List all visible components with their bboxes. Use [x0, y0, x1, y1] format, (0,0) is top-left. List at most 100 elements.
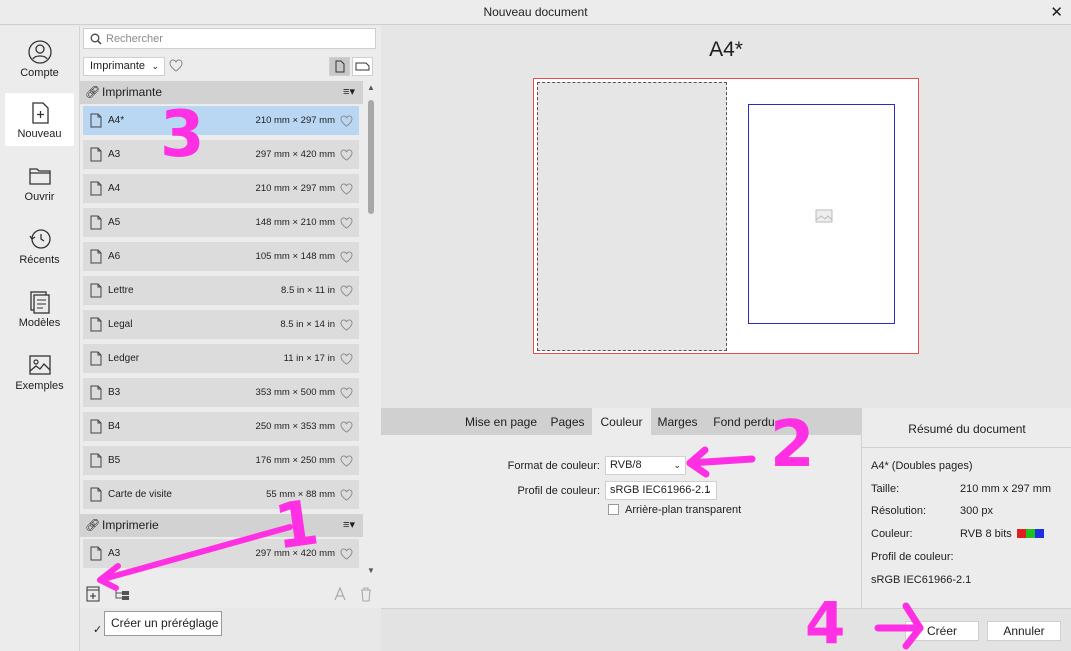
nav-examples[interactable]: Exemples [5, 345, 74, 399]
preset-size: 353 mm × 500 mm [255, 387, 335, 398]
category-dropdown[interactable]: Imprimante ⌄ [83, 57, 165, 76]
document-icon [90, 147, 102, 165]
landscape-icon [355, 62, 370, 71]
preset-size: 8.5 in × 11 in [281, 285, 335, 296]
nav-examples-label: Exemples [15, 380, 64, 392]
preset-size: 176 mm × 250 mm [255, 455, 335, 466]
heart-icon[interactable] [340, 183, 353, 198]
trash-icon[interactable] [359, 586, 373, 602]
tab-bleed[interactable]: Fond perdu [709, 408, 779, 435]
summary-resolution-value: 300 px [960, 505, 994, 517]
preset-row[interactable]: Carte de visite 55 mm × 88 mm [83, 480, 359, 509]
scrollbar-thumb[interactable] [368, 100, 374, 214]
color-format-label: Format de couleur: [507, 460, 600, 472]
summary-profile-value: sRGB IEC61966-2.1 [871, 574, 972, 586]
preset-row[interactable]: A5 148 mm × 210 mm [83, 208, 359, 237]
preset-row[interactable]: Legal 8.5 in × 14 in [83, 310, 359, 339]
preset-name: Legal [108, 319, 133, 330]
footer: Créer Annuler [381, 608, 1071, 651]
heart-icon[interactable] [340, 489, 353, 504]
nav-open[interactable]: Ouvrir [5, 156, 74, 210]
nav-recent[interactable]: Récents [5, 219, 74, 273]
heart-icon[interactable] [340, 217, 353, 232]
search-input[interactable]: Rechercher [83, 28, 376, 49]
preset-name: A5 [108, 217, 121, 228]
preset-name: A3 [108, 548, 121, 559]
link-icon: 🔗︎ [85, 518, 101, 532]
color-profile-dropdown[interactable]: sRGB IEC61966-2.1 ⌄ [605, 481, 717, 500]
preset-row[interactable]: A3 297 mm × 420 mm [83, 140, 359, 169]
preview-title: A4* [709, 38, 743, 61]
color-format-dropdown[interactable]: RVB/8 ⌄ [605, 456, 686, 475]
group-header[interactable]: 🔗︎ Imprimante ≡▾ [80, 81, 363, 104]
preset-row[interactable]: A4* 210 mm × 297 mm [83, 106, 359, 135]
presets-panel: Rechercher Imprimante ⌄ 🔗︎ Imprimante ≡▾ A4… [80, 26, 381, 608]
cancel-button[interactable]: Annuler [987, 621, 1061, 641]
heart-icon[interactable] [340, 548, 353, 563]
portrait-button[interactable] [329, 57, 350, 76]
tab-layout[interactable]: Mise en page [463, 408, 539, 435]
preset-row[interactable]: A6 105 mm × 148 mm [83, 242, 359, 271]
preset-list: 🔗︎ Imprimante ≡▾ A4* 210 mm × 297 mm A3 297 mm… [80, 81, 381, 578]
nav-new[interactable]: Nouveau [5, 93, 74, 146]
category-value: Imprimante [90, 60, 146, 72]
tab-color[interactable]: Couleur [592, 408, 651, 435]
preset-row[interactable]: Lettre 8.5 in × 11 in [83, 276, 359, 305]
heart-icon[interactable] [340, 115, 353, 130]
preset-name: A3 [108, 149, 121, 160]
preset-row[interactable]: A4 210 mm × 297 mm [83, 174, 359, 203]
group-menu-icon[interactable]: ≡▾ [343, 514, 355, 537]
group-header[interactable]: 🔗︎ Imprimerie ≡▾ [80, 514, 363, 537]
close-icon[interactable]: ✕ [1050, 0, 1063, 25]
document-icon [90, 419, 102, 437]
group-name: Imprimerie [102, 518, 159, 532]
new-document-icon [31, 102, 49, 124]
scroll-up-icon[interactable]: ▲ [367, 83, 375, 92]
annotation-3: 3 [160, 98, 205, 172]
heart-icon[interactable] [340, 387, 353, 402]
summary-size-value: 210 mm x 297 mm [960, 483, 1052, 495]
heart-icon[interactable] [340, 455, 353, 470]
chevron-down-icon: ⌄ [151, 61, 159, 71]
heart-icon[interactable] [340, 319, 353, 334]
preset-name: B5 [108, 455, 121, 466]
heart-icon[interactable] [340, 251, 353, 266]
rename-icon[interactable] [332, 586, 348, 602]
document-icon [90, 215, 102, 233]
summary-color-value: RVB 8 bits [960, 528, 1012, 540]
preset-row[interactable]: Ledger 11 in × 17 in [83, 344, 359, 373]
preset-row[interactable]: B5 176 mm × 250 mm [83, 446, 359, 475]
checkmark-icon[interactable]: ✓ [93, 623, 102, 636]
color-profile-label: Profil de couleur: [517, 485, 600, 497]
preset-size: 8.5 in × 14 in [280, 319, 335, 330]
folder-icon [28, 168, 51, 185]
heart-icon[interactable] [340, 149, 353, 164]
nav-recent-label: Récents [19, 254, 60, 266]
window-title: Nouveau document [483, 5, 588, 19]
preset-row[interactable]: B3 353 mm × 500 mm [83, 378, 359, 407]
favorite-filter-icon[interactable] [169, 59, 183, 72]
preset-scrollbar[interactable]: ▲ ▼ [365, 83, 377, 576]
preset-row[interactable]: B4 250 mm × 353 mm [83, 412, 359, 441]
color-format-value: RVB/8 [610, 459, 642, 471]
document-icon [90, 317, 102, 335]
create-preset-icon[interactable] [86, 586, 100, 602]
landscape-button[interactable] [352, 57, 373, 76]
tab-margins[interactable]: Marges [654, 408, 701, 435]
tab-pages[interactable]: Pages [546, 408, 589, 435]
chevron-down-icon: ⌄ [673, 460, 681, 470]
hierarchy-icon[interactable] [113, 586, 131, 602]
recent-clock-icon [28, 229, 51, 249]
preset-size: 11 in × 17 in [283, 353, 335, 364]
preset-size: 210 mm × 297 mm [255, 183, 335, 194]
heart-icon[interactable] [340, 421, 353, 436]
heart-icon[interactable] [340, 285, 353, 300]
transparent-checkbox[interactable] [608, 504, 619, 515]
heart-icon[interactable] [340, 353, 353, 368]
group-menu-icon[interactable]: ≡▾ [343, 81, 355, 104]
create-button[interactable]: Créer [905, 621, 979, 641]
scroll-down-icon[interactable]: ▼ [367, 566, 375, 575]
document-icon [90, 283, 102, 301]
nav-account[interactable]: Compte [5, 32, 74, 86]
nav-templates[interactable]: Modèles [5, 282, 74, 336]
